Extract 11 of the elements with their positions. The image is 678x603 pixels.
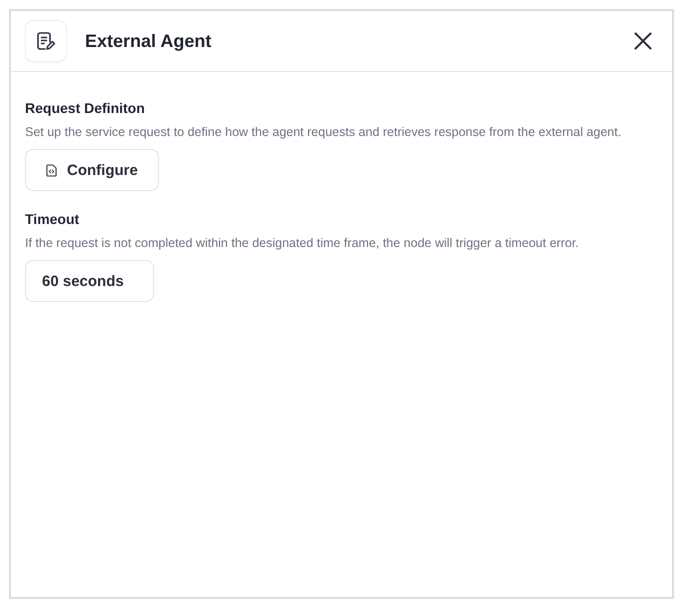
close-button[interactable] bbox=[634, 32, 652, 50]
configure-button[interactable]: Configure bbox=[25, 149, 159, 191]
timeout-field[interactable]: 60 seconds bbox=[25, 260, 154, 302]
section-description: Set up the service request to define how the agent requests and retrieves response from the external agent. bbox=[25, 124, 622, 141]
panel-title: External Agent bbox=[85, 30, 212, 52]
section-title: Timeout bbox=[25, 210, 80, 229]
code-file-icon bbox=[46, 164, 57, 176]
section-description: If the request is not completed within the designated time frame, the node will trigger a timeout error. bbox=[25, 235, 580, 252]
document-pen-icon bbox=[25, 20, 67, 62]
close-icon bbox=[634, 32, 652, 50]
section-title: Request Definiton bbox=[25, 99, 146, 118]
